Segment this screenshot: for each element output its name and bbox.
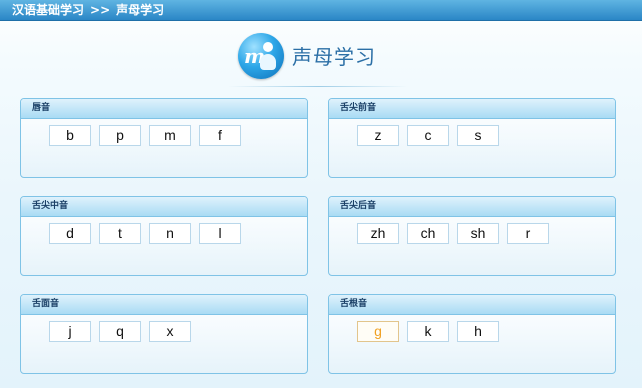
letter-row: zh ch sh r — [357, 223, 557, 244]
group-panel-4: 舌面音 jqx — [20, 294, 308, 374]
letter-key-m[interactable]: m — [149, 125, 191, 146]
group-panel-0: 唇音 bpmf — [20, 98, 308, 178]
letter-key-q[interactable]: q — [99, 321, 141, 342]
letter-key-ch[interactable]: ch — [407, 223, 449, 244]
group-panel-3: 舌尖后音 zh ch sh r — [328, 196, 616, 276]
breadcrumb-separator: >> — [90, 3, 111, 17]
letter-key-c[interactable]: c — [407, 125, 449, 146]
letter-key-l[interactable]: l — [199, 223, 241, 244]
group-panel-2: 舌尖中音 dtnl — [20, 196, 308, 276]
group-title: 舌根音 — [329, 295, 615, 315]
breadcrumb-current: 声母学习 — [116, 3, 165, 17]
letter-row: zcs — [357, 125, 507, 146]
group-title: 舌面音 — [21, 295, 307, 315]
letter-key-p[interactable]: p — [99, 125, 141, 146]
letter-key-zh[interactable]: zh — [357, 223, 399, 244]
letter-key-g[interactable]: g — [357, 321, 399, 342]
group-panel-1: 舌尖前音 zcs — [328, 98, 616, 178]
group-title: 舌尖前音 — [329, 99, 615, 119]
letter-key-d[interactable]: d — [49, 223, 91, 244]
letter-key-z[interactable]: z — [357, 125, 399, 146]
group-panel-5: 舌根音 gkh — [328, 294, 616, 374]
title-divider — [228, 86, 408, 87]
letter-key-t[interactable]: t — [99, 223, 141, 244]
top-bar: 汉语基础学习 >> 声母学习 — [0, 0, 642, 21]
letter-key-s[interactable]: s — [457, 125, 499, 146]
letter-row: gkh — [357, 321, 507, 342]
letter-key-x[interactable]: x — [149, 321, 191, 342]
letter-row: bpmf — [49, 125, 249, 146]
letter-key-h[interactable]: h — [457, 321, 499, 342]
group-title: 舌尖中音 — [21, 197, 307, 217]
letter-row: jqx — [49, 321, 199, 342]
letter-key-sh[interactable]: sh — [457, 223, 499, 244]
letter-key-k[interactable]: k — [407, 321, 449, 342]
app-logo-icon: m — [238, 33, 284, 79]
page-title: 声母学习 — [292, 45, 376, 69]
letter-key-b[interactable]: b — [49, 125, 91, 146]
letter-key-j[interactable]: j — [49, 321, 91, 342]
letter-key-f[interactable]: f — [199, 125, 241, 146]
page-header: m 声母学习 — [0, 28, 642, 87]
group-title: 舌尖后音 — [329, 197, 615, 217]
letter-key-n[interactable]: n — [149, 223, 191, 244]
letter-row: dtnl — [49, 223, 249, 244]
group-title: 唇音 — [21, 99, 307, 119]
letter-key-r[interactable]: r — [507, 223, 549, 244]
breadcrumb-parent[interactable]: 汉语基础学习 — [0, 0, 84, 20]
